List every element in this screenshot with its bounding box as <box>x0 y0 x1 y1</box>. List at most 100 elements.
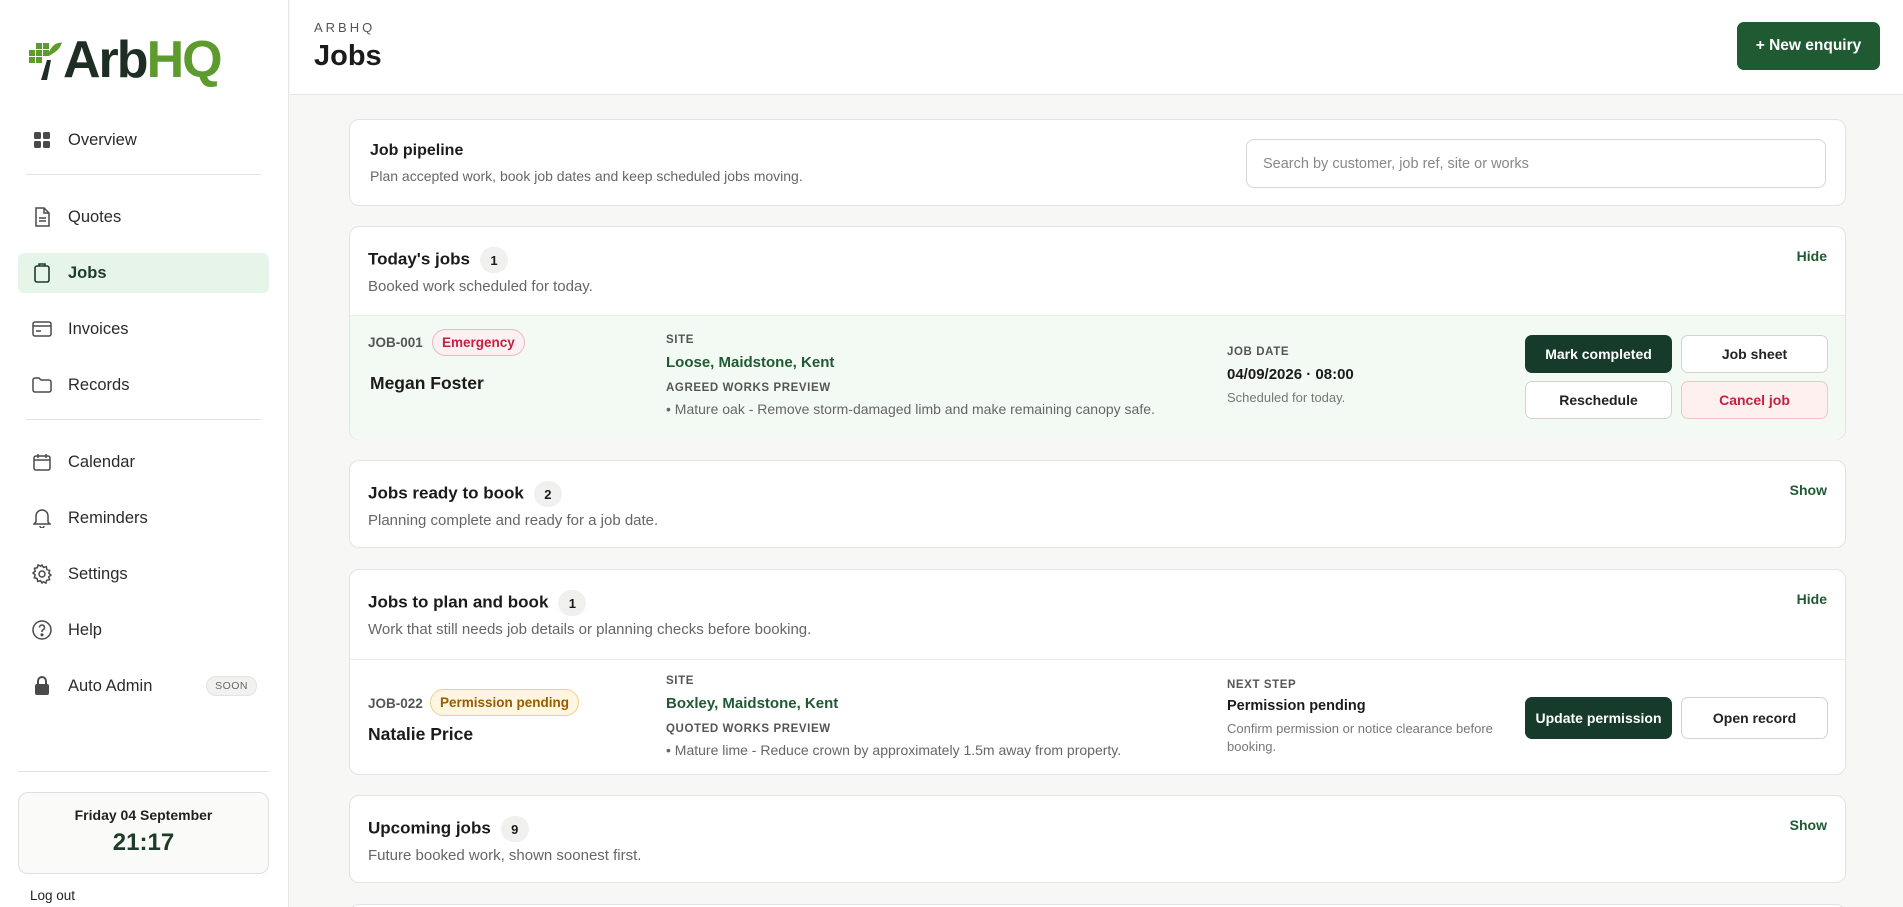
clock-time: 21:17 <box>112 829 175 856</box>
job-ref: JOB-001 <box>368 335 423 350</box>
site-value: Loose, Maidstone, Kent <box>666 354 835 371</box>
logo-wordmark: ArbHQ <box>63 31 223 89</box>
sidebar-item-label: Help <box>68 620 102 639</box>
sidebar-nav: Overview Quotes Jobs Invoices Records Ca… <box>18 120 269 722</box>
permission-tag: Permission pending <box>430 689 580 716</box>
sidebar-item-label: Jobs <box>68 263 107 282</box>
job-row[interactable]: JOB-001 Emergency Megan Foster SITE Loos… <box>350 315 1845 440</box>
search-input[interactable] <box>1246 139 1826 188</box>
sidebar-item-overview[interactable]: Overview <box>18 120 269 160</box>
nav-divider <box>26 419 261 420</box>
site-label: SITE <box>666 334 694 346</box>
customer-name: Megan Foster <box>370 373 484 393</box>
section-title: Jobs to plan and book 1 <box>368 590 587 616</box>
jobs-ready-section: Jobs ready to book 2 Planning complete an… <box>349 460 1846 548</box>
grid-icon <box>32 130 52 150</box>
logout-link[interactable]: Log out <box>30 888 75 903</box>
sidebar-item-quotes[interactable]: Quotes <box>18 197 269 237</box>
section-subtitle: Booked work scheduled for today. <box>368 278 593 295</box>
tree-logo-icon <box>29 42 62 80</box>
works-preview: • Mature lime - Reduce crown by approxim… <box>666 742 1122 758</box>
section-subtitle: Work that still needs job details or pla… <box>368 621 812 638</box>
count-badge: 9 <box>500 816 529 842</box>
emergency-tag: Emergency <box>432 329 525 356</box>
help-icon <box>32 620 52 640</box>
pipeline-subtitle: Plan accepted work, book job dates and k… <box>370 168 803 184</box>
reschedule-button[interactable]: Reschedule <box>1525 381 1672 419</box>
sidebar-item-label: Records <box>68 375 130 394</box>
cancel-job-button[interactable]: Cancel job <box>1681 381 1828 419</box>
clock-card: Friday 04 September 21:17 <box>18 792 269 874</box>
section-subtitle: Planning complete and ready for a job da… <box>368 512 659 529</box>
sidebar-item-label: Settings <box>68 564 128 583</box>
open-record-button[interactable]: Open record <box>1681 697 1828 739</box>
job-date-note: Scheduled for today. <box>1227 390 1346 405</box>
job-ref: JOB-022 <box>368 696 423 711</box>
sidebar-item-label: Reminders <box>68 508 148 527</box>
show-toggle[interactable]: Show <box>1790 482 1827 498</box>
logo-arb: Arb <box>63 31 149 89</box>
sidebar-item-calendar[interactable]: Calendar <box>18 442 269 482</box>
sidebar-item-invoices[interactable]: Invoices <box>18 309 269 349</box>
site-value: Boxley, Maidstone, Kent <box>666 695 839 712</box>
count-badge: 1 <box>558 590 587 616</box>
mark-completed-button[interactable]: Mark completed <box>1525 335 1672 373</box>
clock-date: Friday 04 September <box>74 807 213 823</box>
section-subtitle: Future booked work, shown soonest first. <box>368 847 642 864</box>
sidebar-item-label: Quotes <box>68 207 122 226</box>
update-permission-button[interactable]: Update permission <box>1525 697 1672 739</box>
page-header: ARBHQ Jobs + New enquiry <box>290 0 1903 95</box>
works-preview: • Mature oak - Remove storm-damaged limb… <box>666 401 1155 417</box>
sidebar-item-label: Invoices <box>68 319 129 338</box>
section-title-text: Jobs ready to book <box>368 483 524 503</box>
gear-icon <box>32 564 52 584</box>
section-title: Jobs ready to book 2 <box>368 481 562 507</box>
job-date-value: 04/09/2026 · 08:00 <box>1227 366 1354 383</box>
pipeline-title: Job pipeline <box>370 142 464 159</box>
todays-jobs-section: Today's jobs 1 Booked work scheduled for … <box>349 226 1846 440</box>
sidebar-item-jobs[interactable]: Jobs <box>18 253 269 293</box>
page-eyebrow: ARBHQ <box>314 20 376 35</box>
section-title-text: Jobs to plan and book <box>368 592 549 612</box>
clipboard-icon <box>32 263 52 283</box>
sidebar-item-auto-admin[interactable]: Auto Admin SOON <box>18 666 269 706</box>
folder-icon <box>32 375 52 395</box>
show-toggle[interactable]: Show <box>1790 817 1827 833</box>
section-title-text: Today's jobs <box>368 249 470 269</box>
next-step-value: Permission pending <box>1227 698 1366 714</box>
sidebar-item-reminders[interactable]: Reminders <box>18 498 269 538</box>
job-row[interactable]: JOB-022 Permission pending Natalie Price… <box>350 659 1845 775</box>
nav-divider <box>26 174 261 175</box>
preview-label: QUOTED WORKS PREVIEW <box>666 723 831 735</box>
section-title: Today's jobs 1 <box>368 247 508 273</box>
hide-toggle[interactable]: Hide <box>1797 248 1827 264</box>
sidebar-item-records[interactable]: Records <box>18 365 269 405</box>
next-step-label: NEXT STEP <box>1227 679 1297 691</box>
job-sheet-button[interactable]: Job sheet <box>1681 335 1828 373</box>
job-pipeline-card: Job pipeline Plan accepted work, book jo… <box>349 119 1846 206</box>
next-step-note: Confirm permission or notice clearance b… <box>1227 721 1493 755</box>
document-icon <box>32 207 52 227</box>
section-title: Upcoming jobs 9 <box>368 816 529 842</box>
sidebar-item-help[interactable]: Help <box>18 610 269 650</box>
arbhq-logo[interactable]: ArbHQ <box>27 31 223 89</box>
lock-icon <box>32 676 52 696</box>
count-badge: 2 <box>533 481 562 507</box>
upcoming-jobs-section: Upcoming jobs 9 Future booked work, shown… <box>349 795 1846 883</box>
customer-name: Natalie Price <box>368 724 474 744</box>
bell-icon <box>32 508 52 528</box>
section-title-text: Upcoming jobs <box>368 818 491 838</box>
divider <box>18 771 269 772</box>
soon-badge: SOON <box>206 676 257 696</box>
jobs-to-plan-section: Jobs to plan and book 1 Work that still n… <box>349 569 1846 775</box>
hide-toggle[interactable]: Hide <box>1797 591 1827 607</box>
count-badge: 1 <box>479 247 508 273</box>
sidebar-item-settings[interactable]: Settings <box>18 554 269 594</box>
preview-label: AGREED WORKS PREVIEW <box>666 382 831 394</box>
sidebar-item-label: Auto Admin <box>68 676 153 695</box>
site-label: SITE <box>666 675 694 687</box>
new-enquiry-button[interactable]: + New enquiry <box>1737 22 1880 70</box>
page-title: Jobs <box>314 40 382 72</box>
calendar-icon <box>32 452 52 472</box>
sidebar-item-label: Calendar <box>68 452 135 471</box>
